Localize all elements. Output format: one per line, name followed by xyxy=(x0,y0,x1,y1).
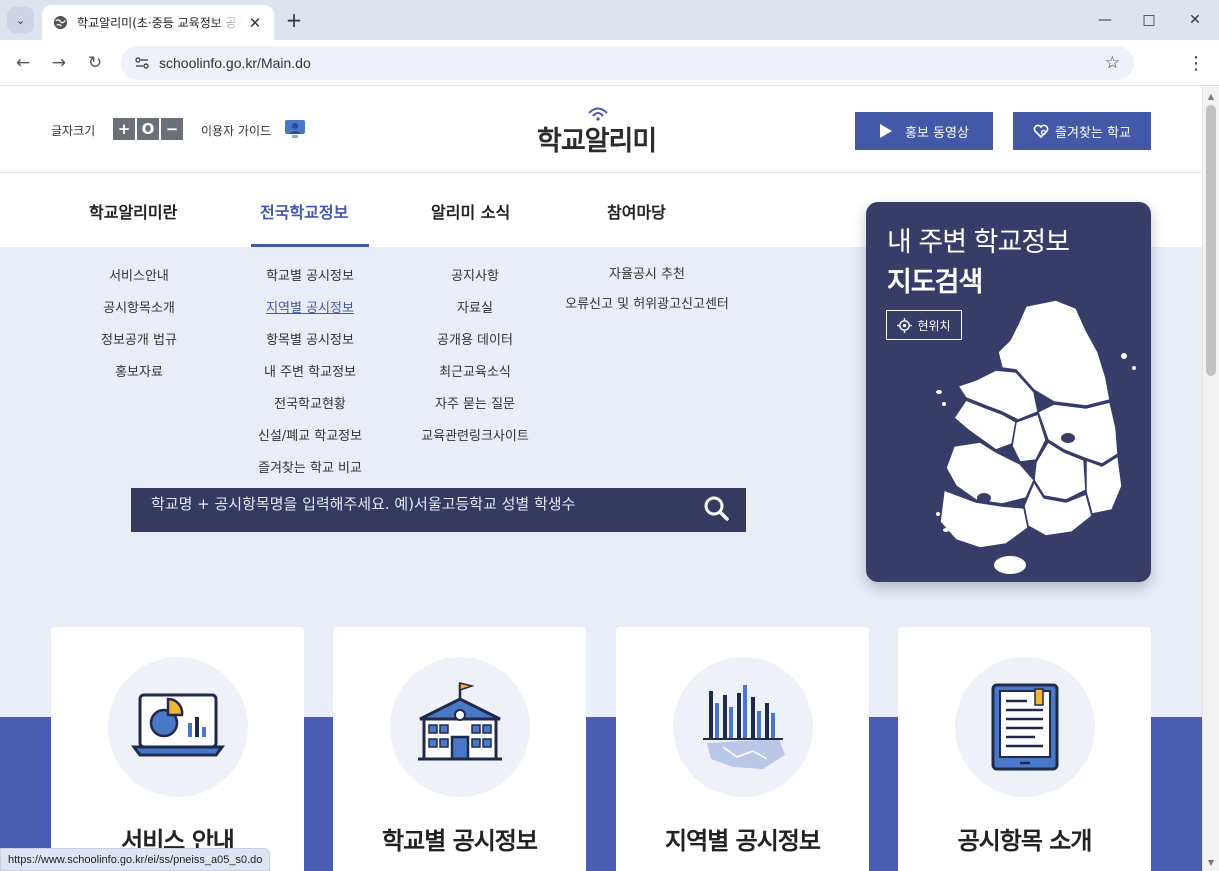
regional-bar-chart-icon xyxy=(703,685,785,769)
menu-school-disclosure[interactable]: 학교별 공시정보 xyxy=(240,267,380,299)
web-page: 글자크기 + O − 이용자 가이드 학교알리미 홍보 동영상 즐겨찾는 학교 … xyxy=(0,87,1202,871)
close-tab-icon[interactable]: ✕ xyxy=(246,14,264,32)
browser-toolbar: ← → ↻ schoolinfo.go.kr/Main.do ☆ ⋮ xyxy=(0,40,1219,86)
menu-regional-disclosure[interactable]: 지역별 공시정보 xyxy=(240,299,380,331)
page-scrollbar[interactable]: ▲ ▼ xyxy=(1202,87,1219,871)
font-decrease-button[interactable]: − xyxy=(161,118,183,140)
browser-tab[interactable]: 학교알리미(초·중등 교육정보 공시서비스) ✕ xyxy=(42,5,274,40)
font-size-controls: + O − xyxy=(113,118,183,140)
menu-favorite-compare[interactable]: 즐겨찾는 학교 비교 xyxy=(240,459,380,491)
promo-video-label: 홍보 동영상 xyxy=(905,125,969,141)
play-icon xyxy=(880,124,893,138)
gnb-national-school-info[interactable]: 전국학교정보 xyxy=(260,199,348,223)
menu-promo-materials[interactable]: 홍보자료 xyxy=(89,363,189,395)
crosshair-icon xyxy=(897,317,913,333)
dropdown-col-school-info: 학교별 공시정보 지역별 공시정보 항목별 공시정보 내 주변 학교정보 전국학… xyxy=(240,267,380,491)
dropdown-col-participation: 자율공시 추천 오류신고 및 허위광고신고센터 xyxy=(556,265,738,327)
menu-service-guide[interactable]: 서비스안내 xyxy=(89,267,189,299)
scrollbar-thumb[interactable] xyxy=(1206,105,1216,376)
browser-tab-bar: ⌄ 학교알리미(초·중등 교육정보 공시서비스) ✕ + — □ ✕ xyxy=(0,0,1219,40)
menu-edu-links[interactable]: 교육관련링크사이트 xyxy=(405,427,545,459)
promo-video-button[interactable]: 홍보 동영상 xyxy=(855,112,993,150)
menu-new-closed-school[interactable]: 신설/폐교 학교정보 xyxy=(240,427,380,459)
font-reset-button[interactable]: O xyxy=(137,118,159,140)
browser-menu-icon[interactable]: ⋮ xyxy=(1186,50,1206,76)
heart-search-icon xyxy=(1033,124,1049,139)
card-title: 공시항목 소개 xyxy=(957,827,1093,855)
menu-item-disclosure[interactable]: 항목별 공시정보 xyxy=(240,331,380,363)
menu-archive[interactable]: 자료실 xyxy=(405,299,545,331)
bookmark-star-icon[interactable]: ☆ xyxy=(1105,53,1120,73)
user-guide-icon[interactable] xyxy=(284,118,306,140)
search-bar[interactable]: 학교명 + 공시항목명을 입력해주세요. 예)서울고등학교 성별 학생수 xyxy=(131,488,746,532)
font-size-label: 글자크기 xyxy=(51,124,96,138)
card-school-disclosure[interactable]: 학교별 공시정보 xyxy=(333,627,586,871)
dropdown-col-news: 공지사항 자료실 공개용 데이터 최근교육소식 자주 묻는 질문 교육관련링크사… xyxy=(405,267,545,459)
dropdown-col-about: 서비스안내 공시항목소개 정보공개 법규 홍보자료 xyxy=(89,267,189,395)
menu-edu-news[interactable]: 최근교육소식 xyxy=(405,363,545,395)
site-settings-icon[interactable] xyxy=(131,52,153,74)
card-icon-circle xyxy=(955,657,1095,797)
link-status-bar: https://www.schoolinfo.go.kr/ei/ss/pneis… xyxy=(0,848,271,871)
maximize-icon[interactable]: □ xyxy=(1129,6,1169,34)
site-logo[interactable]: 학교알리미 xyxy=(537,105,667,157)
chevron-down-icon: ⌄ xyxy=(15,13,26,27)
favorite-school-label: 즐겨찾는 학교 xyxy=(1055,125,1131,141)
menu-national-status[interactable]: 전국학교현황 xyxy=(240,395,380,427)
url-text: schoolinfo.go.kr/Main.do xyxy=(159,55,311,71)
card-service-guide[interactable]: 서비스 안내 xyxy=(51,627,304,871)
menu-disclosure-items[interactable]: 공시항목소개 xyxy=(89,299,189,331)
address-bar[interactable]: schoolinfo.go.kr/Main.do ☆ xyxy=(121,46,1134,80)
korea-map-icon[interactable] xyxy=(936,300,1146,582)
school-building-icon xyxy=(418,682,502,761)
font-increase-button[interactable]: + xyxy=(113,118,135,140)
tab-title: 학교알리미(초·중등 교육정보 공시서비스) xyxy=(77,16,242,30)
header-divider xyxy=(0,172,1202,173)
card-icon-circle xyxy=(108,657,248,797)
favorite-school-button[interactable]: 즐겨찾는 학교 xyxy=(1013,112,1151,150)
scroll-up-icon[interactable]: ▲ xyxy=(1203,89,1219,103)
card-icon-circle xyxy=(673,657,813,797)
back-arrow-icon[interactable]: ← xyxy=(9,49,37,77)
reload-icon[interactable]: ↻ xyxy=(81,49,109,77)
document-tablet-icon xyxy=(991,683,1059,771)
card-icon-circle xyxy=(390,657,530,797)
logo-text: 학교알리미 xyxy=(537,126,657,157)
new-tab-icon[interactable]: + xyxy=(282,8,306,32)
card-regional-disclosure[interactable]: 지역별 공시정보 xyxy=(616,627,869,871)
gnb-about[interactable]: 학교알리미란 xyxy=(89,199,177,223)
menu-notice[interactable]: 공지사항 xyxy=(405,267,545,299)
menu-voluntary-recommend[interactable]: 자율공시 추천 xyxy=(556,265,738,295)
menu-faq[interactable]: 자주 묻는 질문 xyxy=(405,395,545,427)
search-icon[interactable] xyxy=(702,494,730,522)
search-input[interactable]: 학교명 + 공시항목명을 입력해주세요. 예)서울고등학교 성별 학생수 xyxy=(151,493,746,514)
gnb-news[interactable]: 알리미 소식 xyxy=(431,199,510,223)
tab-search-button[interactable]: ⌄ xyxy=(7,7,34,33)
menu-disclosure-law[interactable]: 정보공개 법규 xyxy=(89,331,189,363)
gnb-participation[interactable]: 참여마당 xyxy=(607,199,666,223)
card-disclosure-items[interactable]: 공시항목 소개 xyxy=(898,627,1151,871)
menu-open-data[interactable]: 공개용 데이터 xyxy=(405,331,545,363)
globe-favicon-icon xyxy=(52,15,68,31)
user-guide-link[interactable]: 이용자 가이드 xyxy=(201,122,271,139)
scroll-down-icon[interactable]: ▼ xyxy=(1203,855,1219,869)
menu-error-report[interactable]: 오류신고 및 허위광고신고센터 xyxy=(556,295,738,327)
monitor-chart-icon xyxy=(131,693,225,757)
card-title: 학교별 공시정보 xyxy=(382,827,538,855)
map-card-subtitle: 지도검색 xyxy=(887,267,983,298)
map-search-card[interactable]: 내 주변 학교정보 지도검색 현위치 xyxy=(866,202,1151,582)
map-card-title: 내 주변 학교정보 xyxy=(887,227,1070,258)
menu-nearby-school[interactable]: 내 주변 학교정보 xyxy=(240,363,380,395)
forward-arrow-icon[interactable]: → xyxy=(45,49,73,77)
close-window-icon[interactable]: ✕ xyxy=(1175,6,1215,34)
card-title: 지역별 공시정보 xyxy=(665,827,821,855)
minimize-icon[interactable]: — xyxy=(1085,6,1125,34)
